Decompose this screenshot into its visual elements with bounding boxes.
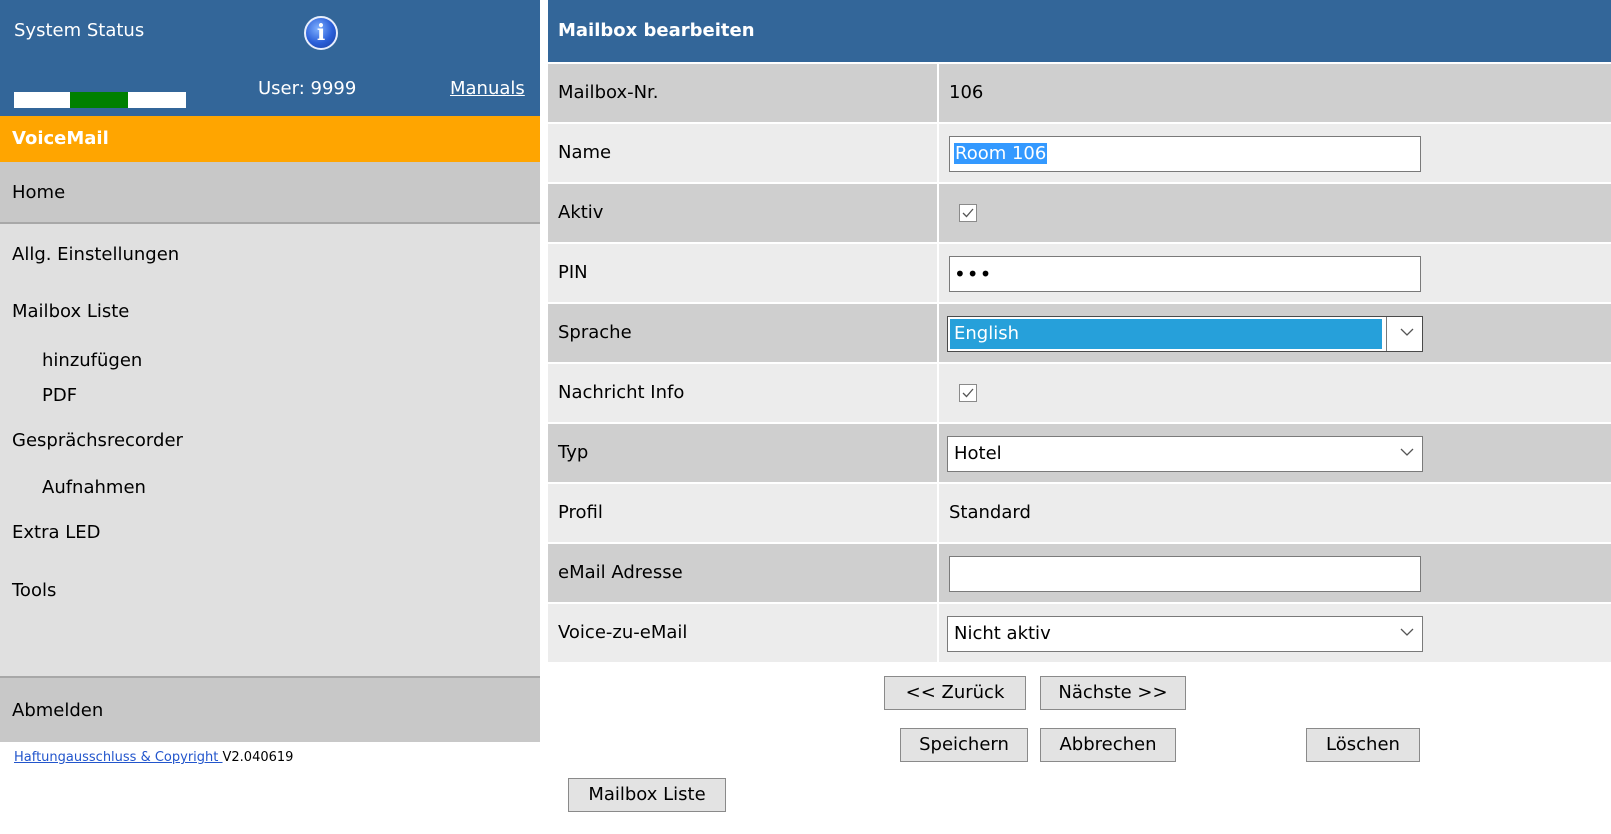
status-segment	[70, 92, 128, 108]
sprache-selected-value: English	[954, 323, 1019, 344]
system-status-header: System Status i User: 9999 Manuals	[0, 0, 540, 116]
footer: Haftungausschluss & Copyright V2.040619	[14, 750, 293, 765]
row-aktiv: Aktiv	[548, 184, 1611, 244]
profil-value: Standard	[949, 502, 1031, 523]
system-status-title: System Status	[14, 20, 145, 41]
info-icon[interactable]: i	[304, 16, 338, 50]
typ-label: Typ	[558, 442, 589, 463]
column-divider	[937, 604, 939, 662]
nav-hinzufuegen[interactable]: hinzufügen	[42, 350, 142, 371]
sprache-label: Sprache	[558, 322, 632, 343]
column-divider	[937, 64, 939, 122]
profil-label: Profil	[558, 502, 603, 523]
email-input[interactable]	[949, 556, 1421, 592]
nav-tools[interactable]: Tools	[12, 580, 56, 601]
nav-extra-led[interactable]: Extra LED	[12, 522, 101, 543]
typ-selected-value: Hotel	[954, 443, 1002, 464]
cancel-button[interactable]: Abbrechen	[1040, 728, 1176, 762]
row-voice-email: Voice-zu-eMail Nicht aktiv	[548, 604, 1611, 664]
status-indicator-bar	[14, 92, 186, 108]
column-divider	[937, 424, 939, 482]
nachricht-info-label: Nachricht Info	[558, 382, 685, 403]
next-button[interactable]: Nächste >>	[1040, 676, 1186, 710]
status-segment	[14, 92, 70, 108]
name-input[interactable]: Room 106	[949, 136, 1421, 172]
status-segment	[128, 92, 186, 108]
row-name: Name Room 106	[548, 124, 1611, 184]
chevron-down-icon	[1400, 328, 1414, 336]
nav-home[interactable]: Home	[0, 162, 540, 224]
form-title: Mailbox bearbeiten	[548, 0, 1611, 62]
nav-allg-einstellungen[interactable]: Allg. Einstellungen	[12, 244, 179, 265]
nachricht-info-checkbox[interactable]	[959, 384, 977, 402]
pin-label: PIN	[558, 262, 588, 283]
name-input-value: Room 106	[954, 143, 1048, 164]
delete-button[interactable]: Löschen	[1306, 728, 1420, 762]
column-divider	[937, 304, 939, 362]
nav-aufnahmen[interactable]: Aufnahmen	[42, 477, 146, 498]
row-profil: Profil Standard	[548, 484, 1611, 544]
nav-mailbox-liste[interactable]: Mailbox Liste	[12, 301, 129, 322]
chevron-down-icon	[1400, 448, 1414, 456]
pin-input[interactable]: •••	[949, 256, 1421, 292]
row-mailbox-nr: Mailbox-Nr. 106	[548, 64, 1611, 124]
copyright-link[interactable]: Haftungausschluss & Copyright	[14, 750, 223, 765]
nav-list: Allg. Einstellungen Mailbox Liste hinzuf…	[0, 224, 540, 676]
section-title-voicemail: VoiceMail	[0, 116, 540, 162]
row-email: eMail Adresse	[548, 544, 1611, 604]
user-label: User: 9999	[258, 78, 357, 99]
column-divider	[937, 364, 939, 422]
back-button[interactable]: << Zurück	[884, 676, 1026, 710]
column-divider	[937, 544, 939, 602]
voice-email-selected-value: Nicht aktiv	[954, 623, 1051, 644]
row-typ: Typ Hotel	[548, 424, 1611, 484]
column-divider	[937, 484, 939, 542]
name-label: Name	[558, 142, 612, 163]
select-divider	[1386, 317, 1387, 351]
nav-logout[interactable]: Abmelden	[0, 676, 540, 742]
save-button[interactable]: Speichern	[900, 728, 1028, 762]
mailbox-nr-value: 106	[949, 82, 984, 103]
row-pin: PIN •••	[548, 244, 1611, 304]
aktiv-checkbox[interactable]	[959, 204, 977, 222]
mailbox-nr-label: Mailbox-Nr.	[558, 82, 659, 103]
version-label: V2.040619	[222, 750, 294, 765]
row-nachricht-info: Nachricht Info	[548, 364, 1611, 424]
chevron-down-icon	[1400, 628, 1414, 636]
column-divider	[937, 244, 939, 302]
typ-select[interactable]: Hotel	[947, 436, 1423, 472]
sprache-select[interactable]: English	[947, 316, 1423, 352]
mailbox-list-button[interactable]: Mailbox Liste	[568, 778, 726, 812]
manuals-link[interactable]: Manuals	[450, 78, 525, 99]
sidebar: System Status i User: 9999 Manuals Voice…	[0, 0, 540, 834]
checkmark-icon	[962, 208, 974, 218]
voice-email-label: Voice-zu-eMail	[558, 622, 688, 643]
column-divider	[937, 184, 939, 242]
nav-pdf[interactable]: PDF	[42, 385, 77, 406]
row-sprache: Sprache English	[548, 304, 1611, 364]
nav-gespraechsrecorder[interactable]: Gesprächsrecorder	[12, 430, 183, 451]
aktiv-label: Aktiv	[558, 202, 604, 223]
email-label: eMail Adresse	[558, 562, 683, 583]
column-divider	[937, 124, 939, 182]
voice-email-select[interactable]: Nicht aktiv	[947, 616, 1423, 652]
checkmark-icon	[962, 388, 974, 398]
